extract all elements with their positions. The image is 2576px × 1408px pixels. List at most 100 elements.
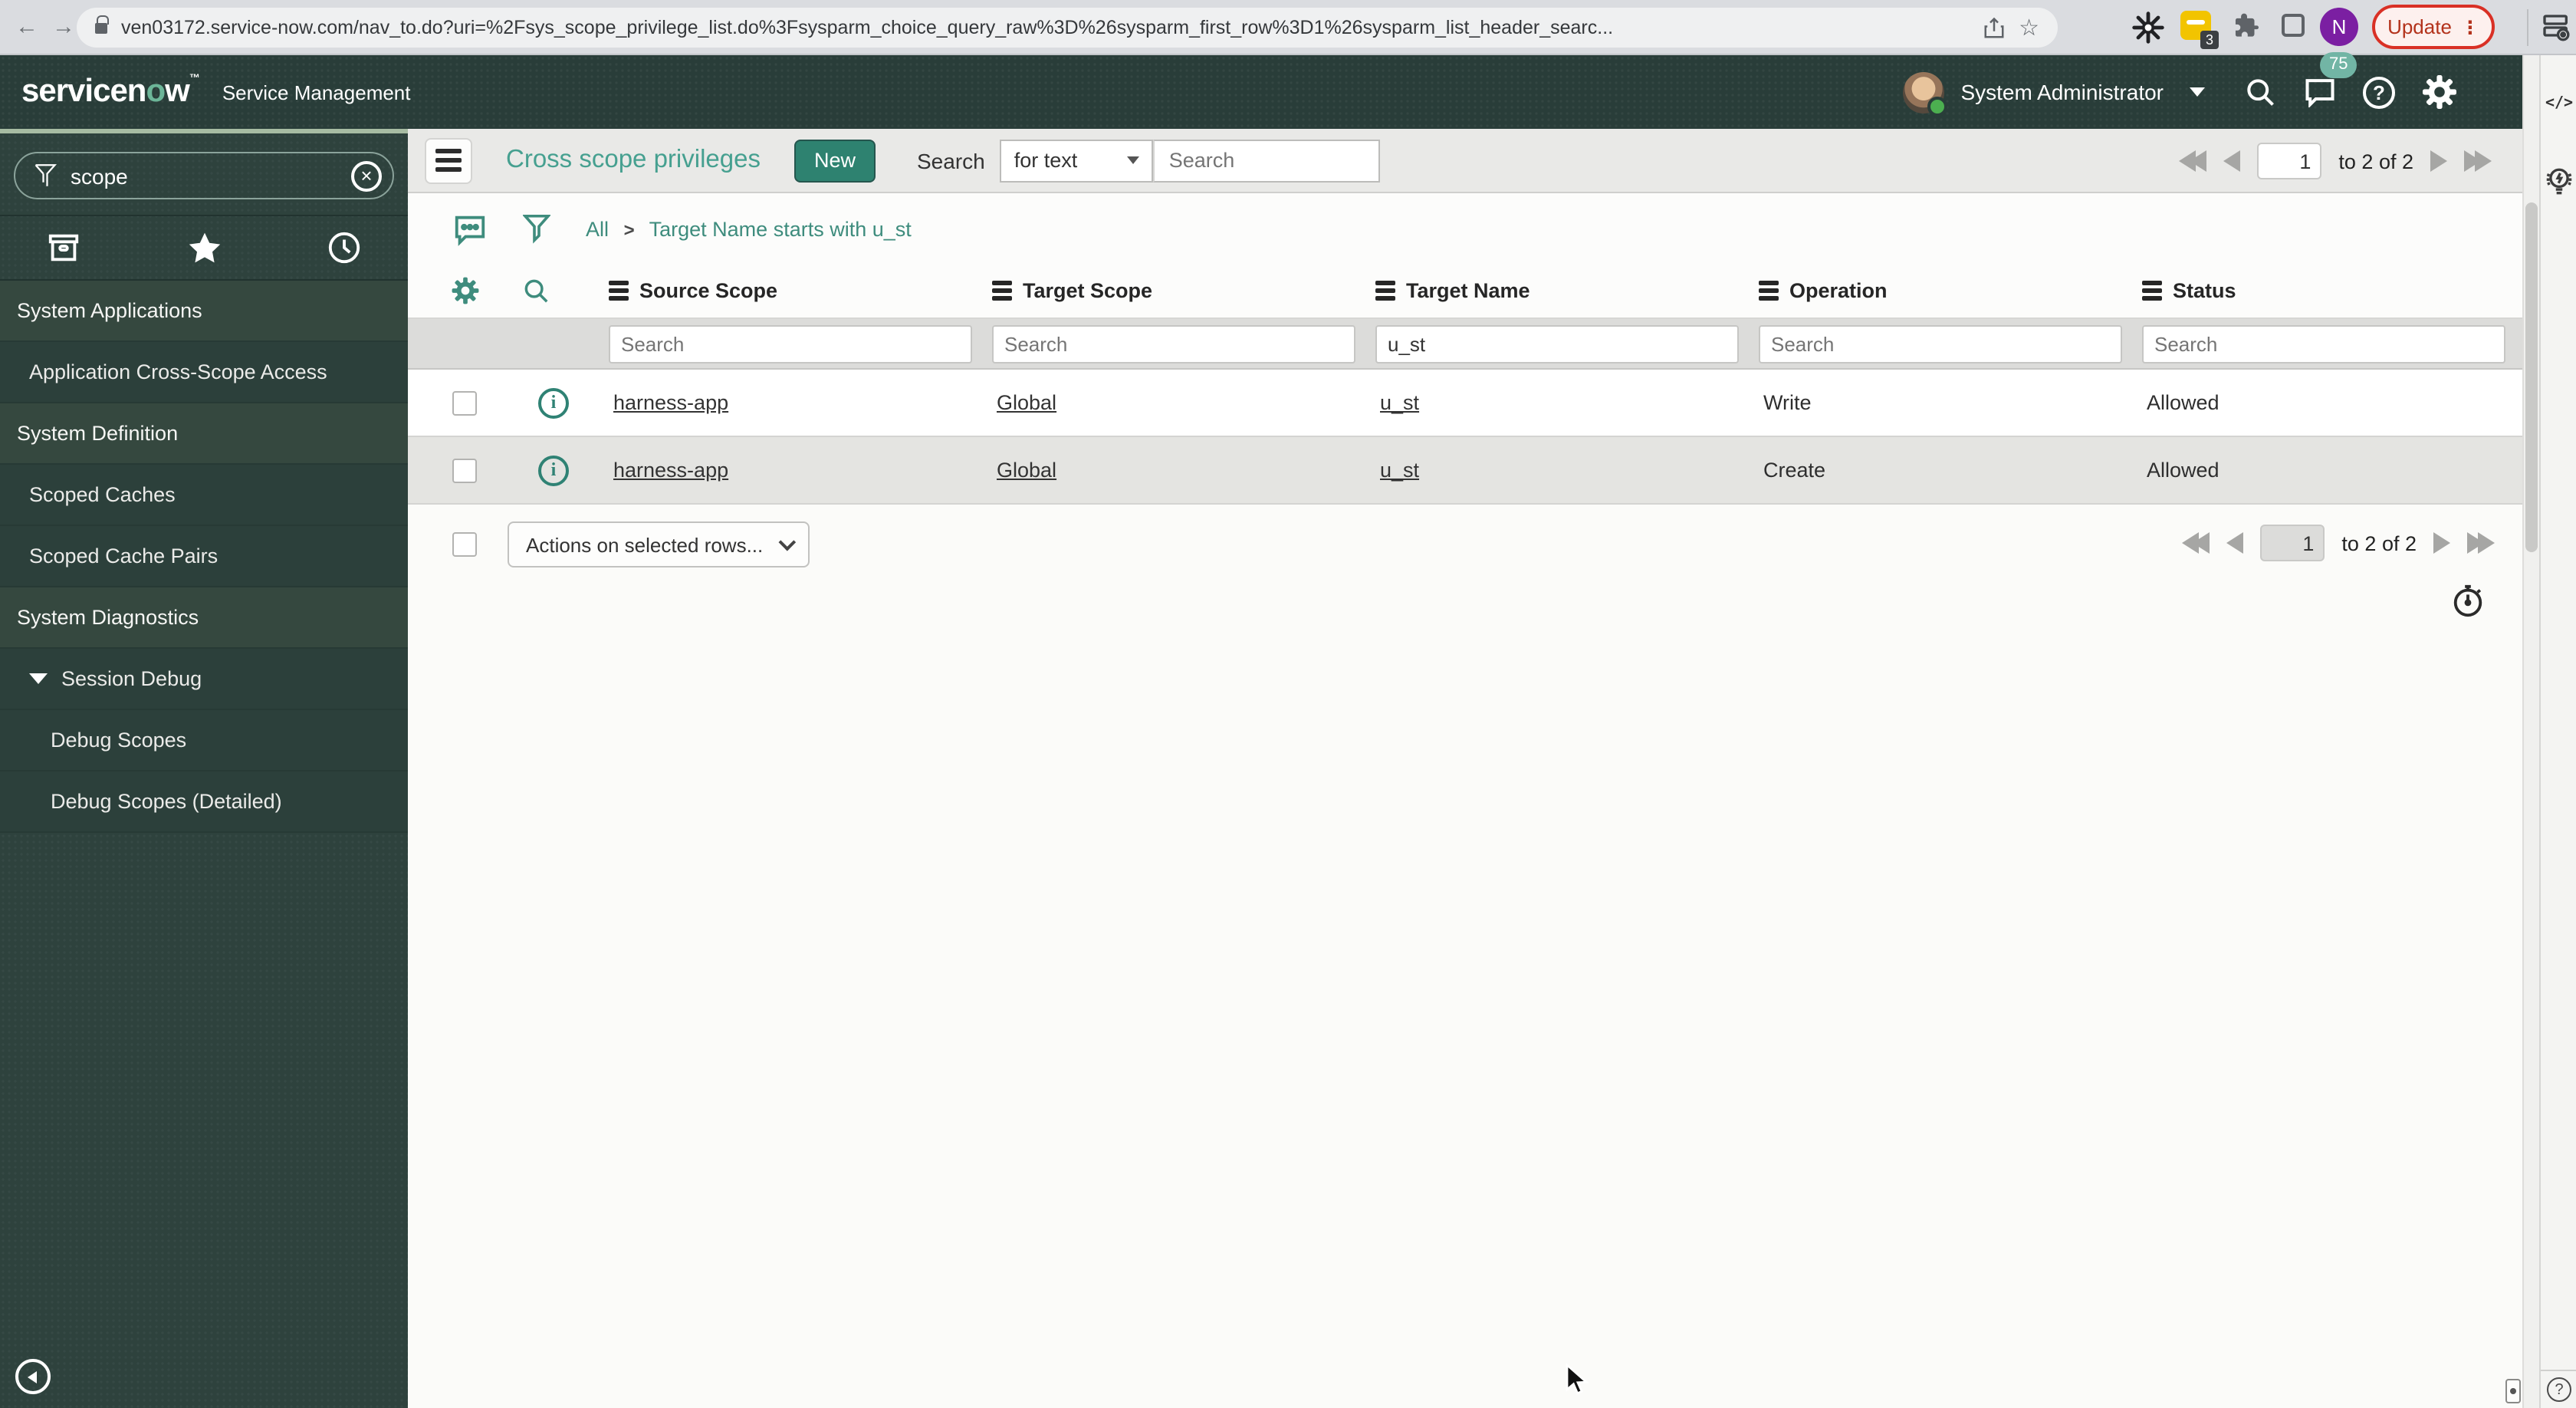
breadcrumb-funnel-icon[interactable] xyxy=(523,212,550,245)
history-tab-icon[interactable] xyxy=(327,230,362,265)
list-search-input[interactable] xyxy=(1153,139,1381,182)
list-context-menu-button[interactable] xyxy=(425,137,472,183)
previous-page-button[interactable] xyxy=(2226,532,2244,554)
filter-input-target-name[interactable] xyxy=(1375,324,1739,363)
extensions-puzzle-icon[interactable] xyxy=(2233,12,2262,41)
sidebar-item-system-applications[interactable]: System Applications xyxy=(0,281,408,342)
browser-back-icon[interactable]: ← xyxy=(15,12,38,43)
column-menu-icon[interactable] xyxy=(992,281,1012,301)
column-menu-icon[interactable] xyxy=(2142,281,2162,301)
scrollbar-thumb[interactable] xyxy=(2525,202,2538,552)
pagination-top: to 2 of 2 xyxy=(2179,143,2492,179)
first-page-button[interactable] xyxy=(2179,150,2207,172)
breadcrumb-all[interactable]: All xyxy=(586,217,609,240)
filter-input-source-scope[interactable] xyxy=(609,324,972,363)
devtools-code-icon[interactable]: </> xyxy=(2541,95,2576,112)
sidebar-item-debug-scopes-detailed[interactable]: Debug Scopes (Detailed) xyxy=(0,771,408,833)
first-page-button[interactable] xyxy=(2182,532,2210,554)
column-search-toggle-icon[interactable] xyxy=(521,276,550,305)
record-info-icon[interactable]: i xyxy=(538,455,569,485)
breadcrumb-condition[interactable]: Target Name starts with u_st xyxy=(649,217,912,240)
target-name-link[interactable]: u_st xyxy=(1380,459,1419,482)
source-scope-link[interactable]: harness-app xyxy=(613,459,728,482)
user-menu[interactable]: System Administrator xyxy=(1960,80,2164,104)
sidebar-item-session-debug[interactable]: Session Debug xyxy=(0,649,408,710)
product-name: Service Management xyxy=(222,81,411,104)
actions-on-selected-rows-select[interactable]: Actions on selected rows... xyxy=(508,521,810,567)
column-header-target-scope[interactable]: Target Scope xyxy=(992,279,1375,302)
conversations-button[interactable]: 75 xyxy=(2303,51,2358,111)
column-header-source-scope[interactable]: Source Scope xyxy=(609,279,992,302)
user-avatar[interactable] xyxy=(1902,71,1947,116)
next-page-button[interactable] xyxy=(2430,150,2447,172)
extension-starburst-icon[interactable] xyxy=(2131,11,2165,44)
row-checkbox[interactable] xyxy=(452,458,477,482)
previous-page-button[interactable] xyxy=(2223,150,2241,172)
page-number-input[interactable] xyxy=(2257,143,2322,179)
list-settings-gear-icon[interactable] xyxy=(451,276,480,305)
column-header-target-name[interactable]: Target Name xyxy=(1375,279,1759,302)
global-search-icon[interactable] xyxy=(2243,75,2277,109)
collapse-sidebar-button[interactable] xyxy=(15,1359,51,1394)
filter-input-operation[interactable] xyxy=(1759,324,2122,363)
target-scope-link[interactable]: Global xyxy=(997,459,1056,482)
url-text[interactable]: ven03172.service-now.com/nav_to.do?uri=%… xyxy=(121,17,1968,38)
page-scrollbar[interactable] xyxy=(2522,55,2539,1408)
table-row: i harness-app Global u_st Create Allowed xyxy=(408,437,2522,505)
response-time-stopwatch-icon[interactable] xyxy=(2450,583,2486,618)
column-header-operation[interactable]: Operation xyxy=(1759,279,2142,302)
next-page-button[interactable] xyxy=(2433,532,2450,554)
sidebar-item-debug-scopes[interactable]: Debug Scopes xyxy=(0,710,408,771)
record-info-icon[interactable]: i xyxy=(538,387,569,418)
filter-input-status[interactable] xyxy=(2142,324,2505,363)
column-menu-icon[interactable] xyxy=(1759,281,1779,301)
target-name-link[interactable]: u_st xyxy=(1380,391,1419,414)
all-applications-tab-icon[interactable] xyxy=(46,230,81,265)
navigator-filter[interactable]: × xyxy=(14,152,394,199)
page-number-input[interactable] xyxy=(2260,525,2325,561)
sidebar-item-label: Debug Scopes xyxy=(51,729,187,752)
column-menu-icon[interactable] xyxy=(609,281,629,301)
strip-divider xyxy=(2541,1370,2576,1371)
side-panel-icon[interactable] xyxy=(2282,14,2305,37)
filter-input-target-scope[interactable] xyxy=(992,324,1355,363)
sidebar-item-scoped-cache-pairs[interactable]: Scoped Cache Pairs xyxy=(0,526,408,587)
target-scope-link[interactable]: Global xyxy=(997,391,1056,414)
user-menu-caret-icon[interactable] xyxy=(2190,87,2205,97)
favorites-tab-icon[interactable] xyxy=(185,229,223,266)
browser-profile-avatar[interactable]: N xyxy=(2320,8,2358,46)
dock-handle-icon[interactable] xyxy=(2505,1379,2521,1403)
list-title[interactable]: Cross scope privileges xyxy=(506,146,761,175)
navigator-filter-input[interactable] xyxy=(71,163,337,188)
strip-help-icon[interactable]: ? xyxy=(2541,1377,2576,1402)
sidebar-item-application-cross-scope-access[interactable]: Application Cross-Scope Access xyxy=(0,342,408,403)
idea-lightbulb-icon[interactable] xyxy=(2541,163,2576,199)
url-bar[interactable]: ven03172.service-now.com/nav_to.do?uri=%… xyxy=(77,8,2058,48)
sidebar-item-system-definition[interactable]: System Definition xyxy=(0,403,408,465)
last-page-button[interactable] xyxy=(2464,150,2492,172)
select-all-checkbox[interactable] xyxy=(452,532,477,557)
browser-forward-icon[interactable]: → xyxy=(52,12,75,43)
update-label: Update xyxy=(2387,15,2452,38)
settings-gear-icon[interactable] xyxy=(2421,74,2458,110)
browser-menu-dots-icon[interactable]: ⋮ xyxy=(2461,16,2479,38)
clear-filter-icon[interactable]: × xyxy=(351,160,382,191)
help-icon[interactable]: ? xyxy=(2363,76,2395,108)
column-header-status[interactable]: Status xyxy=(2142,279,2525,302)
column-label: Operation xyxy=(1789,279,1888,302)
sidebar-item-system-diagnostics[interactable]: System Diagnostics xyxy=(0,587,408,649)
bookmark-star-icon[interactable]: ☆ xyxy=(2019,16,2039,39)
share-icon[interactable] xyxy=(1982,16,2005,39)
extension-icon[interactable]: 3 xyxy=(2180,11,2219,49)
row-checkbox[interactable] xyxy=(452,390,477,415)
list-chat-icon[interactable] xyxy=(452,211,488,246)
source-scope-link[interactable]: harness-app xyxy=(613,391,728,414)
column-menu-icon[interactable] xyxy=(1375,281,1395,301)
last-page-button[interactable] xyxy=(2467,532,2495,554)
new-record-button[interactable]: New xyxy=(794,139,876,182)
browser-update-button[interactable]: Update ⋮ xyxy=(2372,5,2495,49)
sidebar-item-scoped-caches[interactable]: Scoped Caches xyxy=(0,465,408,526)
reader-sidebar-icon[interactable] xyxy=(2541,12,2571,43)
search-type-select[interactable]: for text xyxy=(1000,139,1154,182)
expanded-caret-icon[interactable] xyxy=(29,673,48,684)
